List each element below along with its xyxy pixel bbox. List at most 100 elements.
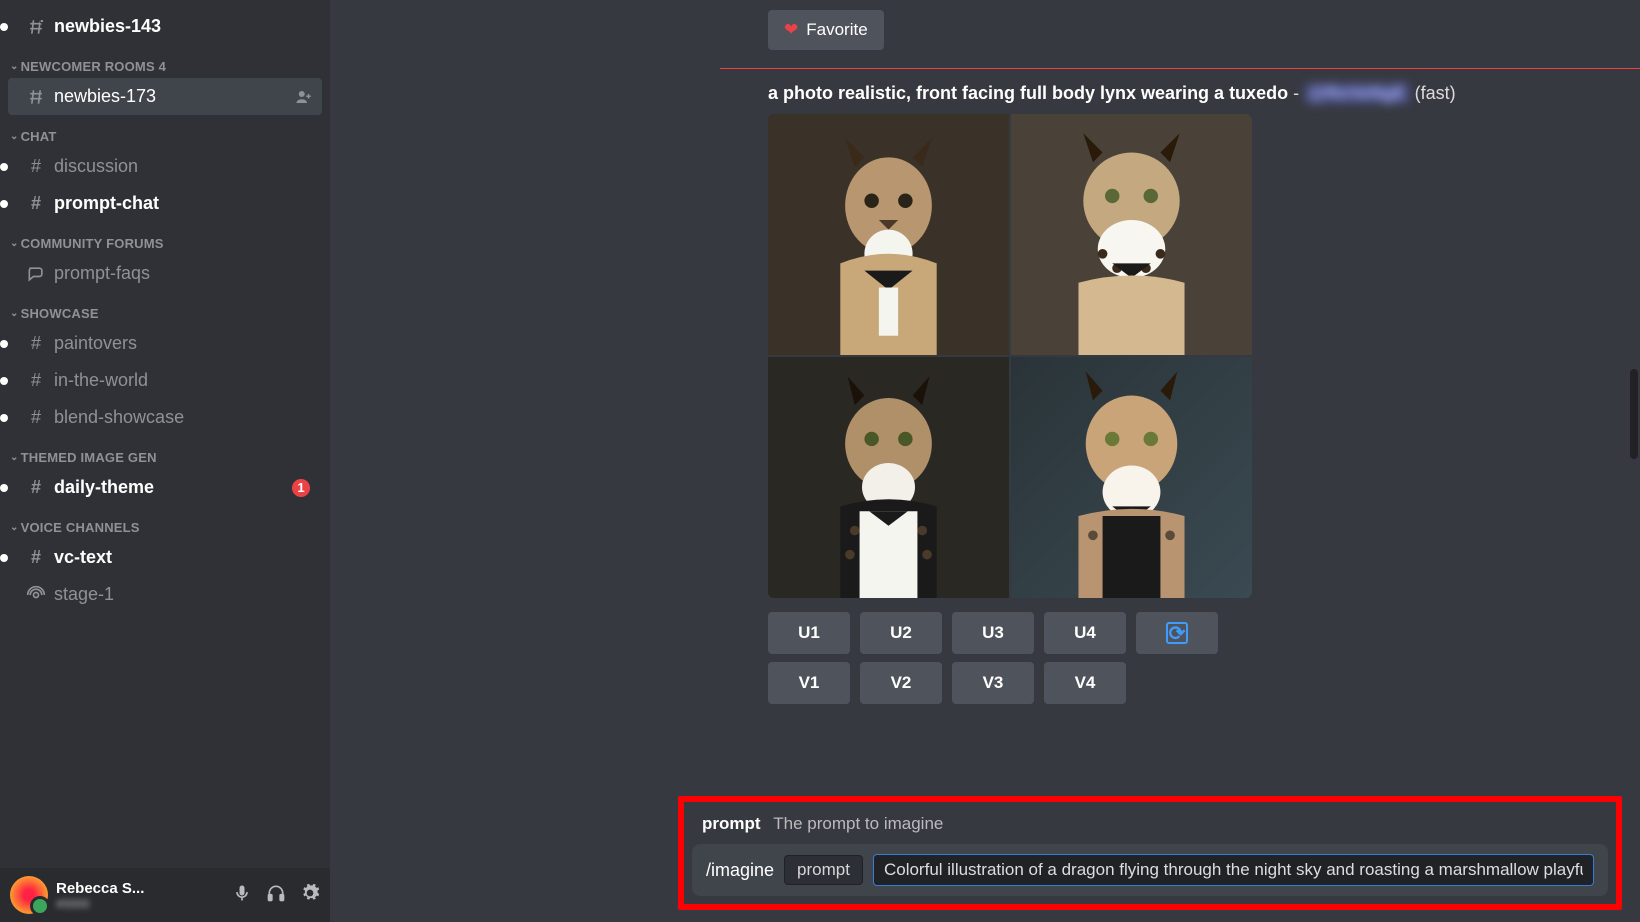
image-q4 [1011, 357, 1252, 598]
stage-icon [26, 585, 46, 605]
channel-newbies-143[interactable]: newbies-143 [8, 8, 322, 45]
category-label: CHAT [21, 129, 57, 144]
hint-key: prompt [702, 814, 761, 833]
v3-button[interactable]: V3 [952, 662, 1034, 704]
chevron-down-icon: ⌄ [10, 61, 19, 72]
limited-text-channel-icon [26, 17, 46, 37]
unread-indicator [0, 377, 8, 385]
unread-indicator [0, 163, 8, 171]
channel-label: blend-showcase [54, 407, 184, 428]
u4-button[interactable]: U4 [1044, 612, 1126, 654]
deafen-headphones-icon[interactable] [266, 883, 286, 908]
scrollbar-thumb[interactable] [1630, 369, 1638, 459]
channel-label: prompt-chat [54, 193, 159, 214]
channel-vc-text[interactable]: # vc-text [8, 539, 322, 576]
channel-list: newbies-143 ⌄ NEWCOMER ROOMS 4 newbies-1… [0, 0, 330, 868]
hint-description: The prompt to imagine [773, 814, 943, 833]
separator: - [1288, 83, 1304, 103]
u2-button[interactable]: U2 [860, 612, 942, 654]
unread-indicator [0, 340, 8, 348]
channel-daily-theme[interactable]: # daily-theme 1 [8, 469, 322, 506]
generated-image-grid[interactable] [768, 114, 1252, 598]
category-voice-channels[interactable]: ⌄ VOICE CHANNELS [0, 506, 330, 539]
channel-label: daily-theme [54, 477, 154, 498]
unread-indicator [0, 200, 8, 208]
upscale-button-row: U1 U2 U3 U4 ⟳ [330, 612, 1640, 654]
reroll-button[interactable]: ⟳ [1136, 612, 1218, 654]
channel-prompt-faqs[interactable]: prompt-faqs [8, 255, 322, 292]
forum-icon [26, 264, 46, 284]
channel-label: vc-text [54, 547, 112, 568]
channel-label: paintovers [54, 333, 137, 354]
image-q3 [768, 357, 1009, 598]
slash-command: /imagine [706, 860, 774, 881]
channel-label: newbies-173 [54, 86, 156, 107]
unread-indicator [0, 554, 8, 562]
category-label: COMMUNITY FORUMS [21, 236, 164, 251]
message-composer[interactable]: /imagine prompt [692, 844, 1608, 896]
category-themed-image-gen[interactable]: ⌄ THEMED IMAGE GEN [0, 436, 330, 469]
chevron-down-icon: ⌄ [10, 131, 19, 142]
hash-icon: # [26, 333, 46, 354]
refresh-icon: ⟳ [1166, 622, 1188, 644]
unread-indicator [0, 23, 8, 31]
channel-in-the-world[interactable]: # in-the-world [8, 362, 322, 399]
prompt-input[interactable] [873, 854, 1594, 886]
user-panel: Rebecca S... #0000 [0, 868, 330, 922]
heart-icon: ❤ [784, 20, 798, 40]
main-content: X X X X ❤ Favorite a photo realistic, fr… [330, 0, 1640, 922]
avatar[interactable] [10, 876, 48, 914]
category-label: NEWCOMER ROOMS 4 [21, 59, 166, 74]
category-label: VOICE CHANNELS [21, 520, 140, 535]
category-chat[interactable]: ⌄ CHAT [0, 115, 330, 148]
user-mention[interactable]: @ReVeNgE [1304, 83, 1410, 104]
user-tag: #0000 [56, 897, 224, 911]
u3-button[interactable]: U3 [952, 612, 1034, 654]
channel-label: newbies-143 [54, 16, 161, 37]
message-text: a photo realistic, front facing full bod… [768, 83, 1620, 104]
mode-label: (fast) [1410, 83, 1456, 103]
unread-indicator [0, 484, 8, 492]
channel-label: discussion [54, 156, 138, 177]
channel-label: stage-1 [54, 584, 114, 605]
username: Rebecca S... [56, 880, 224, 897]
unread-indicator [0, 414, 8, 422]
category-label: SHOWCASE [21, 306, 99, 321]
mute-mic-icon[interactable] [232, 883, 252, 908]
v4-button[interactable]: V4 [1044, 662, 1126, 704]
settings-gear-icon[interactable] [300, 883, 320, 908]
image-q1 [768, 114, 1009, 355]
channel-paintovers[interactable]: # paintovers [8, 325, 322, 362]
category-showcase[interactable]: ⌄ SHOWCASE [0, 292, 330, 325]
composer-highlight: prompt The prompt to imagine /imagine pr… [678, 796, 1622, 910]
hash-icon: # [26, 407, 46, 428]
channel-blend-showcase[interactable]: # blend-showcase [8, 399, 322, 436]
mention-badge: 1 [292, 479, 310, 497]
channel-discussion[interactable]: # discussion [8, 148, 322, 185]
hash-icon: # [26, 193, 46, 214]
create-invite-icon[interactable] [294, 88, 314, 106]
channel-stage-1[interactable]: stage-1 [8, 576, 322, 613]
user-info[interactable]: Rebecca S... #0000 [56, 880, 224, 911]
category-community-forums[interactable]: ⌄ COMMUNITY FORUMS [0, 222, 330, 255]
hash-icon: # [26, 370, 46, 391]
favorite-button[interactable]: ❤ Favorite [768, 10, 884, 50]
v2-button[interactable]: V2 [860, 662, 942, 704]
limited-text-channel-icon [26, 87, 46, 107]
variation-button-row: V1 V2 V3 V4 [330, 662, 1640, 704]
category-newcomer-rooms[interactable]: ⌄ NEWCOMER ROOMS 4 [0, 45, 330, 78]
scrollbar[interactable] [1628, 0, 1638, 922]
message: a photo realistic, front facing full bod… [330, 69, 1640, 598]
channel-label: prompt-faqs [54, 263, 150, 284]
channel-sidebar: newbies-143 ⌄ NEWCOMER ROOMS 4 newbies-1… [0, 0, 330, 922]
v1-button[interactable]: V1 [768, 662, 850, 704]
channel-prompt-chat[interactable]: # prompt-chat [8, 185, 322, 222]
channel-newbies-173[interactable]: newbies-173 [8, 78, 322, 115]
category-label: THEMED IMAGE GEN [21, 450, 157, 465]
image-q2 [1011, 114, 1252, 355]
hash-icon: # [26, 477, 46, 498]
messages-area: X X X X ❤ Favorite a photo realistic, fr… [330, 0, 1640, 788]
u1-button[interactable]: U1 [768, 612, 850, 654]
slash-command-hint: prompt The prompt to imagine [692, 808, 1608, 844]
param-chip-prompt[interactable]: prompt [784, 855, 863, 885]
